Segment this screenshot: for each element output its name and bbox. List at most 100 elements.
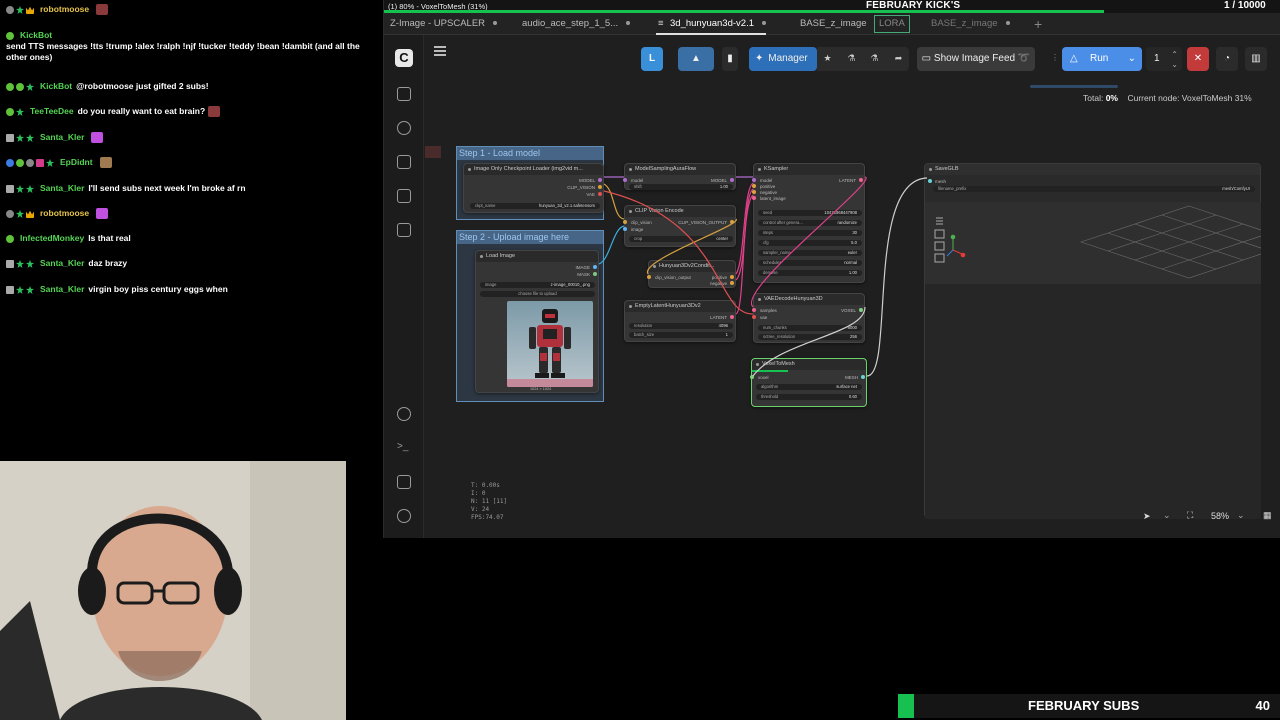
steps-widget[interactable]: steps 30 <box>758 230 862 236</box>
input-port[interactable] <box>647 275 651 279</box>
graph-canvas[interactable]: Step 1 - Load model Step 2 - Upload imag… <box>425 110 1280 538</box>
input-port[interactable] <box>752 190 756 194</box>
crop-widget[interactable]: crop center <box>629 236 733 242</box>
chat-username[interactable]: EpDidnt <box>60 157 93 167</box>
model-library-icon[interactable] <box>397 189 411 203</box>
seed-widget[interactable]: seed 10471968447908 <box>758 210 862 216</box>
cancel-button[interactable]: ✕ <box>1187 47 1209 71</box>
image-select-widget[interactable]: image z-image_00010_.png <box>480 282 595 288</box>
stepper-down-icon[interactable]: ⌄ <box>1171 53 1178 77</box>
chat-username[interactable]: KickBot <box>20 30 52 40</box>
octree-resolution-widget[interactable]: octree_resolution 256 <box>758 334 862 340</box>
chat-username[interactable]: Santa_Kler <box>40 183 84 193</box>
output-port[interactable] <box>859 178 863 182</box>
node-ksampler[interactable]: KSampler model positive negative latent_… <box>752 163 865 283</box>
input-port[interactable] <box>752 184 756 188</box>
run-button[interactable]: △ Run ⌄ <box>1062 47 1142 71</box>
workflows-icon[interactable] <box>397 223 411 237</box>
pysssss-button[interactable]: ▲ <box>678 47 714 71</box>
close-dot-icon[interactable] <box>762 21 766 26</box>
settings-gear-icon[interactable] <box>397 509 411 523</box>
node-library-icon[interactable] <box>397 155 411 169</box>
chat-username[interactable]: Santa_Kler <box>40 258 84 268</box>
output-port[interactable] <box>730 178 734 182</box>
minimap-icon[interactable]: ▦ <box>1263 510 1272 521</box>
ckpt-name-widget[interactable]: ckpt_name hunyuan_3d_v2.1.safetensors <box>470 203 600 209</box>
input-port[interactable] <box>752 308 756 312</box>
select-pointer-icon[interactable]: ➤ <box>1143 511 1151 522</box>
chat-username[interactable]: KickBot <box>40 81 72 91</box>
chevron-down-icon[interactable]: ⌄ <box>1237 510 1245 521</box>
cfg-widget[interactable]: cfg 5.0 <box>758 240 862 246</box>
resolution-widget[interactable]: resolution 4096 <box>629 323 733 329</box>
output-port[interactable] <box>859 308 863 312</box>
comfy-logo-icon[interactable]: C <box>395 49 413 67</box>
panel-toggle-button[interactable]: ▥ <box>1245 47 1267 71</box>
output-port[interactable] <box>598 178 602 182</box>
output-port[interactable] <box>593 272 597 276</box>
chat-username[interactable]: InfectedMonkey <box>20 233 84 243</box>
l-button[interactable]: L <box>641 47 663 71</box>
chat-username[interactable]: Santa_Kler <box>40 284 84 294</box>
input-port[interactable] <box>623 227 627 231</box>
input-port[interactable] <box>928 179 932 183</box>
close-dot-icon[interactable] <box>626 21 631 26</box>
star-icon[interactable]: ★ <box>823 54 832 63</box>
input-port[interactable] <box>623 178 627 182</box>
node-empty-latent[interactable]: EmptyLatentHunyuan3Dv2 LATENT resolution… <box>624 300 736 342</box>
filename-prefix-widget[interactable]: filename_prefix mesh/ComfyUI <box>933 186 1255 192</box>
node-load-image[interactable]: Load Image IMAGE MASK image z-image_00010… <box>475 250 599 393</box>
queue-icon[interactable] <box>397 121 411 135</box>
scheduler-widget[interactable]: scheduler normal <box>758 260 862 266</box>
new-tab-button[interactable]: + <box>1034 13 1042 35</box>
share-arrow-icon[interactable]: ➦ <box>894 54 903 63</box>
manager-button[interactable]: ✦ Manager <box>749 47 817 71</box>
tab-3d-hunyuan[interactable]: ≡ 3d_hunyuan3d-v2.1 <box>656 13 766 35</box>
help-icon[interactable] <box>397 407 411 421</box>
output-port[interactable] <box>598 192 602 196</box>
output-port[interactable] <box>593 265 597 269</box>
node-vae-decode-hunyuan[interactable]: VAEDecodeHunyuan3D samples vae VOXEL num… <box>752 293 865 343</box>
node-hunyuan-conditioning[interactable]: Hunyuan3Dv2Condit... clip_vision_output … <box>647 260 736 288</box>
bookmark-icon[interactable]: ▮ <box>722 47 738 71</box>
fit-view-icon[interactable]: ⛶ <box>1187 510 1193 521</box>
control-after-generate-widget[interactable]: control after genera... randomize <box>758 220 862 226</box>
output-port[interactable] <box>598 185 602 189</box>
node-checkpoint-loader[interactable]: Image Only Checkpoint Loader (img2vid m.… <box>463 163 604 213</box>
flask-icon[interactable]: ⚗ <box>847 54 856 63</box>
input-port[interactable] <box>750 375 754 379</box>
upload-button[interactable]: choose file to upload <box>480 291 595 297</box>
node-clip-vision-encode[interactable]: CLIP Vision Encode clip_vision image CLI… <box>623 205 736 247</box>
chat-username[interactable]: robotmoose <box>40 4 89 14</box>
input-port[interactable] <box>623 220 627 224</box>
batch-count-input[interactable]: 1 ⌃ ⌄ <box>1146 47 1182 71</box>
keyboard-icon[interactable] <box>397 475 411 489</box>
denoise-widget[interactable]: denoise 1.00 <box>758 270 862 276</box>
chat-username[interactable]: Santa_Kler <box>40 132 84 142</box>
show-image-feed-button[interactable]: ▭ Show Image Feed ➰ <box>917 47 1035 71</box>
threshold-widget[interactable]: threshold 0.60 <box>756 394 862 400</box>
output-port[interactable] <box>730 281 734 285</box>
flask-alt-icon[interactable]: ⚗ <box>870 54 879 63</box>
algorithm-widget[interactable]: algorithm surface net <box>756 384 862 390</box>
shift-widget[interactable]: shift 1.00 <box>629 184 733 190</box>
output-port[interactable] <box>730 220 734 224</box>
zoom-value[interactable]: 58% <box>1211 511 1229 521</box>
output-port[interactable] <box>730 275 734 279</box>
close-dot-icon[interactable] <box>493 21 498 26</box>
history-button[interactable]: ◔ <box>1216 47 1238 71</box>
output-port[interactable] <box>730 315 734 319</box>
node-voxel-to-mesh[interactable]: VoxelToMesh voxel MESH algorithm surface … <box>750 358 867 407</box>
output-port[interactable] <box>861 375 865 379</box>
terminal-icon[interactable]: >_ <box>397 441 411 455</box>
tab-base-z-image[interactable]: BASE_z_image <box>800 13 867 35</box>
drag-handle-icon[interactable]: ⋮⋮ <box>1051 53 1067 65</box>
input-port[interactable] <box>752 315 756 319</box>
chevron-down-icon[interactable]: ⌄ <box>1163 510 1171 521</box>
tab-base-z-image-2[interactable]: BASE_z_image <box>931 13 1010 35</box>
tab-audio-ace-step[interactable]: audio_ace_step_1_5... <box>522 13 631 35</box>
chat-username[interactable]: robotmoose <box>40 208 89 218</box>
node-model-sampling[interactable]: ModelSamplingAuraFlow model MODEL shift 1… <box>623 163 736 190</box>
close-dot-icon[interactable] <box>1005 21 1010 26</box>
chat-username[interactable]: TeeTeeDee <box>30 106 74 116</box>
